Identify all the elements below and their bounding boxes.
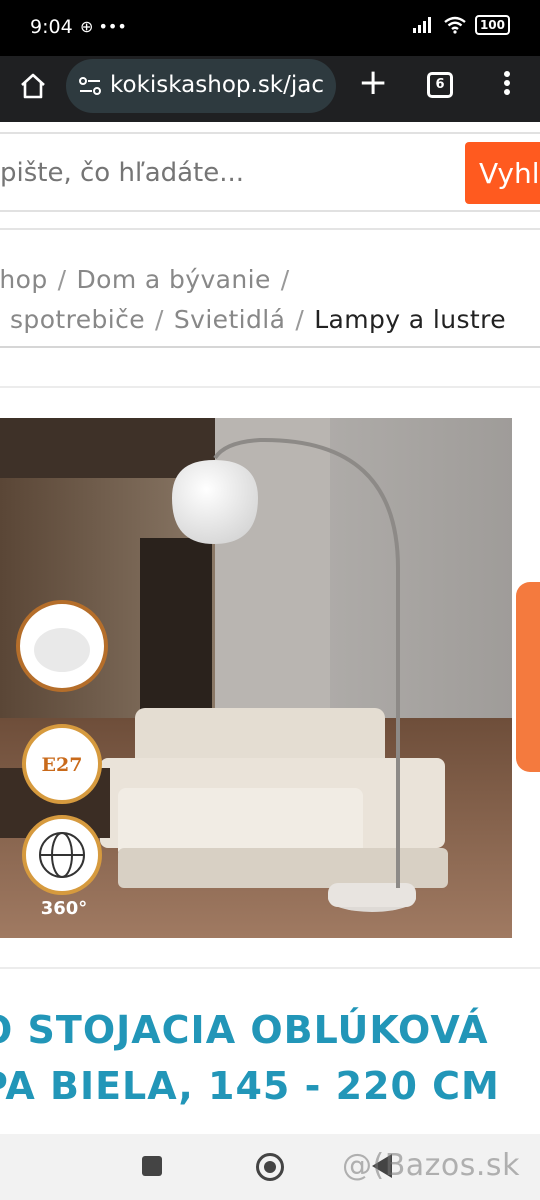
product-title: O STOJACIA OBLÚKOVÁ PA BIELA, 145 - 220 … xyxy=(0,1002,540,1114)
divider xyxy=(0,228,540,230)
status-right-icons: 100 xyxy=(411,15,510,35)
watermark: @(Bazos.sk xyxy=(342,1148,520,1183)
breadcrumb-link-shop[interactable]: shop xyxy=(0,265,48,294)
search-bar: Vyhl xyxy=(0,132,540,212)
breadcrumb: shop/Dom a bývanie/ spotrebiče/Svietidlá… xyxy=(0,260,540,340)
status-time: 9:04 xyxy=(30,16,73,38)
system-nav-bar: @(Bazos.sk xyxy=(0,1134,540,1200)
signal-icon xyxy=(412,17,431,33)
site-settings-icon[interactable] xyxy=(78,75,102,97)
url-text: kokiskashop.sk/jac xyxy=(110,72,324,98)
breadcrumb-link-dom-a-byvanie[interactable]: Dom a bývanie xyxy=(76,265,270,294)
home-icon[interactable] xyxy=(18,71,48,101)
badge-360: 360° xyxy=(41,898,88,919)
notification-icons: ⊕ ••• xyxy=(80,17,127,36)
product-title-line-1: O STOJACIA OBLÚKOVÁ xyxy=(0,1008,489,1052)
breadcrumb-current: Lampy a lustre xyxy=(314,305,506,334)
new-tab-button[interactable]: + xyxy=(358,65,388,101)
battery-icon: 100 xyxy=(474,15,510,35)
tab-switcher-button[interactable]: 6 xyxy=(427,72,453,98)
home-nav-button[interactable] xyxy=(256,1153,284,1181)
status-bar: 9:04 ⊕ ••• 100 xyxy=(0,0,540,56)
divider xyxy=(0,967,540,969)
divider xyxy=(0,346,540,348)
product-title-line-2: PA BIELA, 145 - 220 CM xyxy=(0,1064,500,1108)
divider xyxy=(0,386,540,388)
breadcrumb-link-spotrebice[interactable]: spotrebiče xyxy=(10,305,145,334)
more-menu-icon[interactable] xyxy=(500,68,514,102)
address-bar[interactable]: kokiskashop.sk/jac xyxy=(66,59,336,113)
product-image[interactable]: E27 360° xyxy=(0,418,512,938)
badge-e27: E27 xyxy=(42,754,83,776)
side-feedback-tab[interactable] xyxy=(516,582,540,772)
search-button[interactable]: Vyhl xyxy=(465,142,540,204)
breadcrumb-link-svietidla[interactable]: Svietidlá xyxy=(174,305,285,334)
search-input[interactable] xyxy=(0,142,452,204)
browser-toolbar: kokiskashop.sk/jac + 6 xyxy=(0,56,540,122)
recents-button[interactable] xyxy=(142,1156,162,1176)
wifi-icon xyxy=(444,16,466,34)
web-page: Vyhl shop/Dom a bývanie/ spotrebiče/Svie… xyxy=(0,122,540,1134)
